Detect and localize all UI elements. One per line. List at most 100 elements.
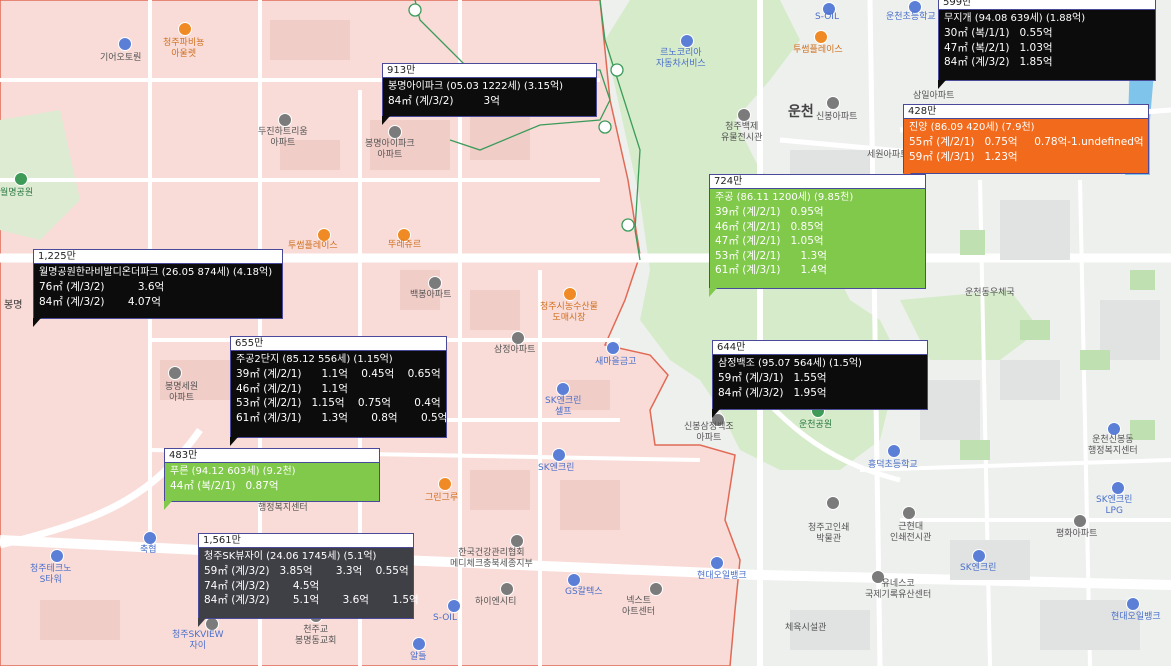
place-label: 봉명세원 아파트 <box>165 382 199 403</box>
card-name: 주공2단지 (85.12 556세) (1.15억) <box>236 354 393 365</box>
place-label: 운천신봉동 행정복지센터 <box>1088 435 1138 456</box>
cafe-icon[interactable] <box>317 228 331 242</box>
card-row: 59㎡ (계/3/1) 1.55억 <box>718 372 827 384</box>
car-service-icon[interactable] <box>118 37 132 51</box>
apartment-icon[interactable] <box>388 125 402 139</box>
museum-icon[interactable] <box>737 108 751 122</box>
place-label: 청주SKVIEW 자이 <box>172 630 224 651</box>
card-row: 74㎡ (계/3/2) 4.5억 <box>204 579 320 592</box>
place-label: 청주파비뇽 아울렛 <box>163 38 205 59</box>
car-service-icon[interactable] <box>680 34 694 48</box>
card-price: 913만 <box>383 64 596 78</box>
place-label: 신봉아파트 <box>816 112 858 122</box>
gas-station-icon[interactable] <box>972 549 986 563</box>
place-label: 기어오토뤈 <box>100 53 142 63</box>
card-price: 428만 <box>904 105 1148 119</box>
card-row: 46㎡ (계/2/1) 1.1억 <box>236 382 348 395</box>
place-label: SK엔크린 <box>538 463 575 473</box>
place-label: 그린그루 <box>425 493 459 503</box>
place-label: 현대오일뱅크 <box>1111 612 1161 622</box>
place-label: GS칼텍스 <box>565 587 603 597</box>
card-name: 푸른 (94.12 603세) (9.2천) <box>170 466 296 477</box>
place-label: 하이엔시티 <box>475 597 517 607</box>
card-price: 599만 <box>939 0 1155 10</box>
card-row: 84㎡ (계/3/2) 3억 <box>388 95 500 107</box>
apartment-card-jugong2[interactable]: 655만 주공2단지 (85.12 556세) (1.15억) 39㎡ (계/2… <box>230 336 448 446</box>
apartment-icon[interactable] <box>511 331 525 345</box>
card-row: 61㎡ (계/3/1) 1.3억 0.8억 0.5억 <box>236 411 448 424</box>
place-label: SK엔크린 셀프 <box>545 396 582 417</box>
building-icon[interactable] <box>500 582 514 596</box>
hospital-icon[interactable] <box>510 534 524 548</box>
gas-station-icon[interactable] <box>1126 597 1140 611</box>
card-row: 53㎡ (계/2/1) 1.3억 <box>715 249 827 262</box>
gas-station-icon[interactable] <box>567 573 581 587</box>
card-name: 봉명아이파크 (05.03 1222세) (3.15억) <box>388 81 564 92</box>
place-label: 운천동우체국 <box>965 288 1015 298</box>
card-row: 53㎡ (계/2/1) 1.15억 0.75억 0.4억 <box>236 397 441 409</box>
park-icon[interactable] <box>14 172 28 186</box>
place-label: 청주백제 유물전시관 <box>721 122 763 143</box>
place-label: 알틀 <box>410 652 427 662</box>
bank-icon[interactable] <box>606 341 620 355</box>
market-icon[interactable] <box>563 287 577 301</box>
card-row: 30㎡ (복/1/1) 0.55억 <box>944 27 1053 39</box>
apartment-icon[interactable] <box>428 276 442 290</box>
card-row: 84㎡ (계/3/2) 5.1억 3.6억 1.5억 <box>204 594 419 606</box>
gas-station-icon[interactable] <box>1111 481 1125 495</box>
apartment-card-samjeong-baekjo[interactable]: 644만 삼정백조 (95.07 564세) (1.5억) 59㎡ (계/3/1… <box>712 340 928 418</box>
cafe-icon[interactable] <box>814 30 828 44</box>
apartment-card-jugong[interactable]: 724만 주공 (86.11 1200세) (9.85천) 39㎡ (계/2/1… <box>709 174 926 297</box>
card-name: 청주SK뷰자이 (24.06 1745세) (5.1억) <box>204 551 377 562</box>
gas-station-icon[interactable] <box>556 382 570 396</box>
card-row: 55㎡ (계/2/1) 0.75억 0.78억-1.undefined억 <box>909 136 1144 148</box>
gas-station-icon[interactable] <box>552 448 566 462</box>
office-icon[interactable] <box>1107 422 1121 436</box>
apartment-card-skview-xi[interactable]: 1,561만 청주SK뷰자이 (24.06 1745세) (5.1억) 59㎡ … <box>198 533 419 627</box>
shopping-icon[interactable] <box>178 22 192 36</box>
place-label: 천주교 봉명동교회 <box>295 625 337 646</box>
card-price: 724만 <box>710 175 925 189</box>
gas-station-icon[interactable] <box>710 556 724 570</box>
card-row: 84㎡ (계/3/2) 1.95억 <box>718 386 827 399</box>
card-row: 47㎡ (복/2/1) 1.03억 <box>944 41 1053 54</box>
museum-icon[interactable] <box>902 506 916 520</box>
place-label: 현대오일뱅크 <box>697 571 747 581</box>
school-icon[interactable] <box>887 444 901 458</box>
card-row: 84㎡ (계/3/2) 4.07억 <box>39 295 161 308</box>
apartment-icon[interactable] <box>278 113 292 127</box>
place-label: 삼일아파트 <box>913 91 955 101</box>
apartment-card-pureun[interactable]: 483만 푸른 (94.12 603세) (9.2천) 44㎡ (복/2/1) … <box>164 448 380 510</box>
apartment-card-mujigae[interactable]: 599만 무지개 (94.08 639세) (1.88억) 30㎡ (복/1/1… <box>938 0 1156 89</box>
place-label: 넥스트 아트센터 <box>622 596 656 617</box>
apartment-card-jinyang[interactable]: 428만 진양 (86.09 420세) (7.9천) 55㎡ (계/2/1) … <box>903 104 1149 182</box>
apartment-card-wolmyeong-park[interactable]: 1,225만 월명공원한라비발디온더파크 (26.05 874세) (4.18억… <box>33 249 283 327</box>
bank-icon[interactable] <box>412 637 426 651</box>
building-icon[interactable] <box>50 549 64 563</box>
card-price: 1,561만 <box>199 534 413 548</box>
apartment-card-bongmyeong-ipark[interactable]: 913만 봉명아이파크 (05.03 1222세) (3.15억) 84㎡ (계… <box>382 63 597 125</box>
place-label: 르노코리아 자동차서비스 <box>656 48 706 69</box>
place-label: 청주시농수산물 도매시장 <box>540 302 598 323</box>
card-price: 655만 <box>231 337 446 351</box>
apartment-icon[interactable] <box>168 366 182 380</box>
place-label: 투썸플레이스 <box>793 45 843 55</box>
apartment-icon[interactable] <box>205 617 219 631</box>
place-label: S-OIL <box>433 613 457 623</box>
apartment-icon[interactable] <box>826 96 840 110</box>
place-label: 행정복지센터 <box>258 503 308 513</box>
place-label: 청주고인쇄 박물관 <box>808 523 850 544</box>
place-label: 근현대 인쇄전시관 <box>890 522 932 543</box>
card-row: 47㎡ (계/2/1) 1.05억 <box>715 235 824 247</box>
place-label: SK엔크린 LPG <box>1096 495 1133 516</box>
cafe-icon[interactable] <box>438 477 452 491</box>
building-icon[interactable] <box>649 582 663 596</box>
museum-icon[interactable] <box>826 496 840 510</box>
card-price: 644만 <box>713 341 927 355</box>
bank-icon[interactable] <box>143 531 157 545</box>
place-label: 삼정아파트 <box>494 345 536 355</box>
apartment-icon[interactable] <box>1073 514 1087 528</box>
place-label: 봉명아이파크 아파트 <box>365 139 415 160</box>
gas-station-icon[interactable] <box>447 599 461 613</box>
district-label: 운천 <box>788 104 814 120</box>
